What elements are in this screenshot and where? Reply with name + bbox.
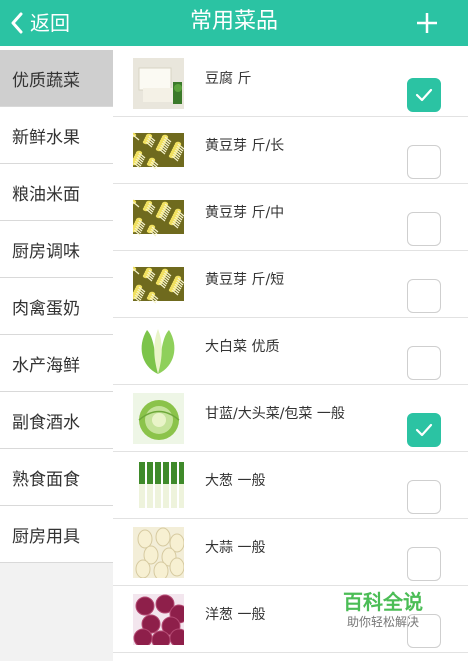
back-label: 返回	[30, 11, 70, 35]
page-title: 常用菜品	[189, 9, 278, 34]
item-name: 黄豆芽 斤/长	[205, 138, 285, 154]
item-checkbox[interactable]	[407, 78, 441, 112]
bean-sprouts-image	[133, 192, 184, 243]
item-checkbox[interactable]	[407, 279, 441, 313]
header-bar: 返回 常用菜品	[0, 0, 468, 46]
sidebar-item-label: 优质蔬菜	[12, 70, 80, 91]
sidebar-item[interactable]: 熟食面食	[0, 449, 113, 506]
sidebar-item-label: 厨房调味	[12, 241, 80, 262]
sidebar-item[interactable]: 厨房调味	[0, 221, 113, 278]
item-name: 豆腐 斤	[205, 71, 252, 87]
watermark-title: 百科全说	[343, 590, 423, 614]
add-button[interactable]	[410, 6, 444, 40]
plus-icon	[417, 13, 437, 33]
sidebar-item-label: 水产海鲜	[12, 355, 80, 376]
garlic-image	[133, 527, 184, 578]
item-checkbox[interactable]	[407, 346, 441, 380]
scallion-image	[133, 460, 184, 511]
chevron-left-icon	[11, 12, 23, 34]
category-sidebar: 优质蔬菜新鲜水果粮油米面厨房调味肉禽蛋奶水产海鲜副食酒水熟食面食厨房用具	[0, 50, 113, 661]
item-checkbox[interactable]	[407, 145, 441, 179]
sidebar-item-label: 肉禽蛋奶	[12, 298, 80, 319]
list-item[interactable]: 甘蓝/大头菜/包菜 一般	[113, 385, 468, 452]
checkmark-icon	[415, 88, 433, 102]
item-checkbox[interactable]	[407, 547, 441, 581]
item-checkbox[interactable]	[407, 413, 441, 447]
item-name: 黄豆芽 斤/中	[205, 205, 285, 221]
sidebar-item[interactable]: 优质蔬菜	[0, 50, 113, 107]
sidebar-item[interactable]: 肉禽蛋奶	[0, 278, 113, 335]
back-button[interactable]: 返回	[10, 9, 70, 37]
item-name: 黄豆芽 斤/短	[205, 272, 285, 288]
sidebar-item-label: 厨房用具	[12, 526, 80, 547]
checkmark-icon	[415, 423, 433, 437]
list-item[interactable]: 大蒜 一般	[113, 519, 468, 586]
item-name: 大蒜 一般	[205, 540, 266, 556]
list-item[interactable]: 豆腐 斤	[113, 50, 468, 117]
sidebar-item[interactable]: 新鲜水果	[0, 107, 113, 164]
sidebar-item[interactable]: 水产海鲜	[0, 335, 113, 392]
napa-cabbage-image	[133, 326, 184, 377]
watermark: 百科全说 助你轻松解决	[328, 590, 438, 630]
sidebar-item[interactable]: 副食酒水	[0, 392, 113, 449]
list-item[interactable]: 大白菜 优质	[113, 318, 468, 385]
item-checkbox[interactable]	[407, 212, 441, 246]
item-list: 豆腐 斤黄豆芽 斤/长 黄豆芽 斤/中 黄豆芽 斤/短 大白菜 优质甘蓝/大头菜/包菜…	[113, 50, 468, 661]
sidebar-item-label: 新鲜水果	[12, 127, 80, 148]
sidebar-item[interactable]: 粮油米面	[0, 164, 113, 221]
tofu-image	[133, 58, 184, 109]
sidebar-item[interactable]: 厨房用具	[0, 506, 113, 563]
item-name: 洋葱 一般	[205, 607, 266, 623]
sidebar-item-label: 粮油米面	[12, 184, 80, 205]
list-item[interactable]: 黄豆芽 斤/长	[113, 117, 468, 184]
list-item[interactable]: 黄豆芽 斤/中	[113, 184, 468, 251]
item-name: 大葱 一般	[205, 473, 266, 489]
item-checkbox[interactable]	[407, 480, 441, 514]
bean-sprouts-image	[133, 125, 184, 176]
item-name: 大白菜 优质	[205, 339, 280, 355]
sidebar-item-label: 熟食面食	[12, 469, 80, 490]
onion-image	[133, 594, 184, 645]
list-item[interactable]: 大葱 一般	[113, 452, 468, 519]
list-item[interactable]: 黄豆芽 斤/短	[113, 251, 468, 318]
bean-sprouts-image	[133, 259, 184, 310]
watermark-subtitle: 助你轻松解决	[346, 615, 419, 629]
item-name: 甘蓝/大头菜/包菜 一般	[205, 406, 345, 422]
cabbage-image	[133, 393, 184, 444]
sidebar-item-label: 副食酒水	[12, 412, 80, 433]
